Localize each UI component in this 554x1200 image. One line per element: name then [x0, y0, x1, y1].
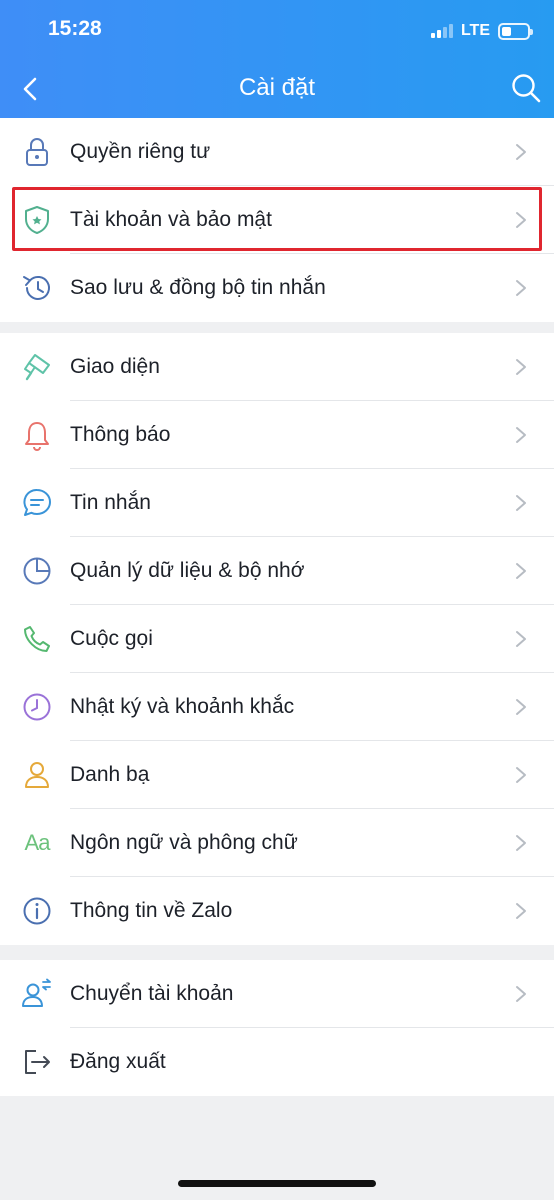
settings-item-label: Sao lưu & đồng bộ tin nhắn [70, 276, 326, 299]
lock-icon [20, 135, 54, 169]
search-icon [512, 74, 541, 103]
settings-item-data-storage[interactable]: Quản lý dữ liệu & bộ nhớ [0, 537, 554, 605]
info-icon [20, 894, 54, 928]
chevron-right-icon [516, 767, 526, 783]
chevron-right-icon [516, 699, 526, 715]
settings-item-label: Tài khoản và bảo mật [70, 208, 272, 231]
settings-item-diary-moments[interactable]: Nhật ký và khoảnh khắc [0, 673, 554, 741]
bell-icon [20, 418, 54, 452]
settings-item-logout[interactable]: Đăng xuất [0, 1028, 554, 1096]
battery-icon [498, 22, 533, 40]
history-icon [20, 271, 54, 305]
settings-item-label: Quản lý dữ liệu & bộ nhớ [70, 559, 305, 582]
settings-item-appearance[interactable]: Giao diện [0, 333, 554, 401]
chevron-right-icon [516, 427, 526, 443]
font-icon-glyph: Aa [24, 830, 51, 855]
settings-item-backup-sync[interactable]: Sao lưu & đồng bộ tin nhắn [0, 254, 554, 322]
clock-icon [20, 690, 54, 724]
settings-item-calls[interactable]: Cuộc gọi [0, 605, 554, 673]
logout-icon [20, 1045, 54, 1079]
paint-brush-icon [20, 350, 54, 384]
settings-group-general: Giao diện Thông báo Tin nhắn Quản lý dữ … [0, 333, 554, 945]
chevron-right-icon [516, 563, 526, 579]
chevron-right-icon [516, 359, 526, 375]
settings-item-privacy[interactable]: Quyền riêng tư [0, 118, 554, 186]
status-indicators: LTE [430, 20, 533, 42]
settings-item-label: Tin nhắn [70, 491, 151, 514]
settings-item-label: Ngôn ngữ và phông chữ [70, 831, 298, 854]
settings-item-label: Thông tin về Zalo [70, 899, 233, 922]
settings-item-switch-account[interactable]: Chuyển tài khoản [0, 960, 554, 1028]
chevron-right-icon [516, 495, 526, 511]
settings-item-label: Chuyển tài khoản [70, 982, 234, 1005]
settings-item-notifications[interactable]: Thông báo [0, 401, 554, 469]
signal-icon [430, 24, 453, 38]
network-type: LTE [460, 22, 490, 39]
shield-icon [20, 203, 54, 237]
switch-account-icon [20, 977, 54, 1011]
search-button[interactable] [508, 70, 544, 106]
settings-item-account-security[interactable]: Tài khoản và bảo mật [0, 186, 554, 254]
settings-item-language-font[interactable]: Aa Ngôn ngữ và phông chữ [0, 809, 554, 877]
chevron-right-icon [516, 986, 526, 1002]
chat-icon [20, 486, 54, 520]
status-time: 15:28 [48, 17, 102, 40]
header: 15:28 LTE Cài đặt [0, 0, 554, 118]
phone-icon [20, 622, 54, 656]
chevron-right-icon [516, 631, 526, 647]
settings-item-contacts[interactable]: Danh bạ [0, 741, 554, 809]
settings-item-label: Đăng xuất [70, 1050, 166, 1073]
chevron-right-icon [516, 144, 526, 160]
chevron-right-icon [516, 212, 526, 228]
home-indicator [178, 1180, 376, 1187]
settings-group-privacy: Quyền riêng tư Tài khoản và bảo mật Sao … [0, 118, 554, 322]
settings-item-label: Nhật ký và khoảnh khắc [70, 695, 295, 718]
settings-item-label: Quyền riêng tư [70, 140, 211, 163]
chevron-right-icon [516, 280, 526, 296]
chevron-right-icon [516, 835, 526, 851]
settings-item-label: Thông báo [70, 423, 171, 446]
font-icon: Aa [20, 826, 54, 860]
settings-item-label: Giao diện [70, 355, 160, 378]
chevron-right-icon [516, 903, 526, 919]
page-title: Cài đặt [238, 74, 316, 101]
settings-item-messages[interactable]: Tin nhắn [0, 469, 554, 537]
settings-group-account: Chuyển tài khoản Đăng xuất [0, 960, 554, 1096]
contact-icon [20, 758, 54, 792]
settings-item-label: Cuộc gọi [70, 627, 153, 650]
settings-item-label: Danh bạ [70, 763, 150, 786]
settings-item-about-zalo[interactable]: Thông tin về Zalo [0, 877, 554, 945]
pie-chart-icon [20, 554, 54, 588]
